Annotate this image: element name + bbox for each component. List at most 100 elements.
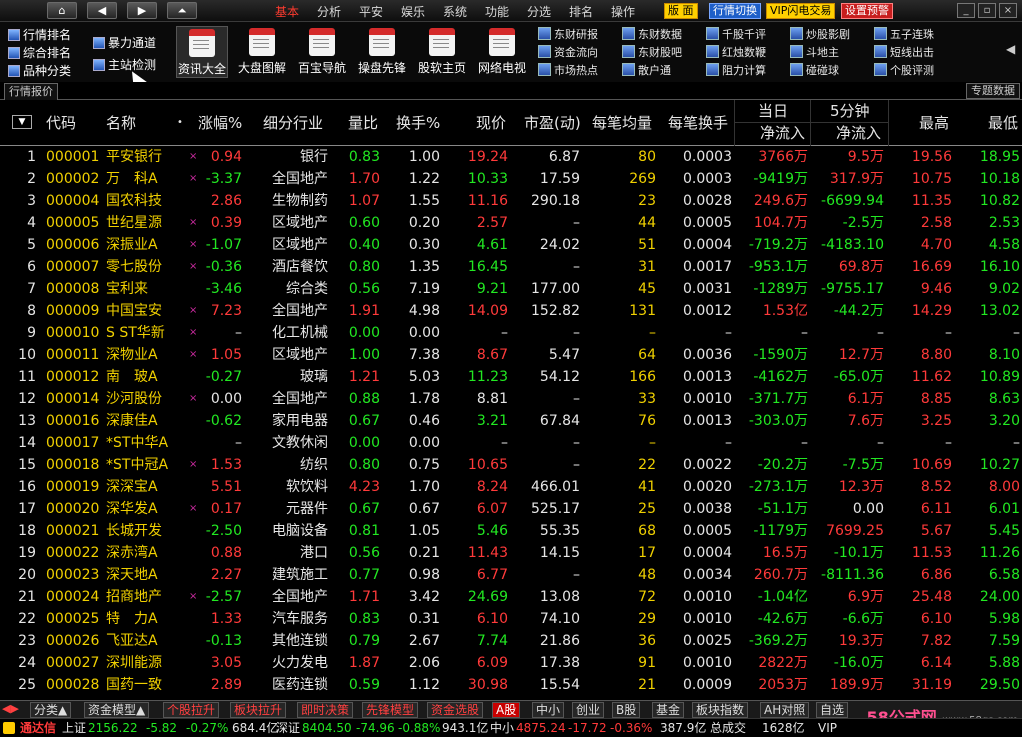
- bottom-tab[interactable]: 资金模型▲: [84, 702, 150, 718]
- col-today[interactable]: 当日: [758, 100, 788, 122]
- col-high[interactable]: 最高: [919, 100, 949, 146]
- bottom-tab[interactable]: AH对照: [760, 702, 810, 718]
- menu-entertainment[interactable]: 娱乐: [401, 3, 425, 20]
- table-row[interactable]: 16 000019 深深宝A 5.51 软饮料 4.23 1.70 8.24 466.01 41 0…: [0, 476, 1022, 498]
- back-button[interactable]: ◀: [87, 2, 117, 19]
- table-row[interactable]: 15 000018 *ST中冠A × 1.53 纺织 0.80 0.75 10.65–22 0.0…: [0, 454, 1022, 476]
- toolbar-link[interactable]: 个股评测: [874, 62, 934, 78]
- col-change[interactable]: 涨幅%: [198, 100, 242, 146]
- col-five-min[interactable]: 5分钟: [830, 100, 870, 122]
- col-low[interactable]: 最低: [988, 100, 1018, 146]
- sort-dropdown-icon[interactable]: ▼: [12, 115, 32, 129]
- close-icon[interactable]: ×: [999, 3, 1017, 18]
- toolbar-scroll-left-icon[interactable]: ◀: [1006, 42, 1015, 56]
- toolbar-link[interactable]: 资金流向: [538, 44, 598, 60]
- home-button[interactable]: ⌂: [47, 2, 77, 19]
- tab-quotes[interactable]: 行情报价: [4, 83, 58, 100]
- toolbar-navigator[interactable]: 百宝导航: [296, 26, 348, 78]
- table-row[interactable]: 5 000006 深振业A × -1.07 区域地产 0.40 0.30 4.61 24.02 51…: [0, 234, 1022, 256]
- col-price[interactable]: 现价: [476, 100, 506, 146]
- toolbar-link[interactable]: 东财研报: [538, 26, 598, 42]
- alert-setting-button[interactable]: 设置预警: [841, 3, 893, 19]
- table-row[interactable]: 12 000014 沙河股份 × 0.00 全国地产 0.88 1.78 8.81–33 0.00…: [0, 388, 1022, 410]
- toolbar-category[interactable]: 品种分类: [8, 62, 71, 79]
- bottom-tab[interactable]: 即时决策: [297, 702, 354, 718]
- toolbar-pioneer[interactable]: 操盘先锋: [356, 26, 408, 78]
- menu-pingan[interactable]: 平安: [359, 3, 383, 20]
- table-row[interactable]: 20 000023 深天地A 2.27 建筑施工 0.77 0.98 6.77 – 48 0.003…: [0, 564, 1022, 586]
- restore-icon[interactable]: ▫: [978, 3, 996, 18]
- table-row[interactable]: 7 000008 宝利来 -3.46 综合类 0.56 7.19 9.21 177.00 45 0.…: [0, 278, 1022, 300]
- col-avgturn[interactable]: 每笔换手: [668, 100, 728, 146]
- toolbar-server-check[interactable]: 主站检测: [93, 56, 156, 73]
- table-row[interactable]: 24 000027 深圳能源 3.05 火力发电 1.87 2.06 6.09 17.38 91 0…: [0, 652, 1022, 674]
- menu-analysis[interactable]: 分析: [317, 3, 341, 20]
- table-row[interactable]: 17 000020 深华发A × 0.17 元器件 0.67 0.67 6.07 525.17 25…: [0, 498, 1022, 520]
- col-netin-5[interactable]: 净流入: [836, 122, 881, 144]
- menu-select[interactable]: 分选: [527, 3, 551, 20]
- layout-button[interactable]: 版 面: [664, 3, 698, 19]
- table-row[interactable]: 14 000017 *ST中华A – 文教休闲 0.00 0.00 – – – – – – – –: [0, 432, 1022, 454]
- toolbar-overall-rank[interactable]: 综合排名: [8, 44, 71, 61]
- col-netin[interactable]: 净流入: [760, 122, 805, 144]
- bottom-tab[interactable]: 基金: [652, 702, 685, 718]
- toolbar-link[interactable]: 五子连珠: [874, 26, 934, 42]
- col-turnover[interactable]: 换手%: [396, 100, 440, 146]
- toolbar-info[interactable]: 资讯大全: [176, 26, 228, 78]
- menu-rank[interactable]: 排名: [569, 3, 593, 20]
- table-row[interactable]: 22 000025 特 力A 1.33 汽车服务 0.83 0.31 6.10 74.10 29 0…: [0, 608, 1022, 630]
- bottom-tab[interactable]: 板块拉升: [230, 702, 287, 718]
- bottom-tab[interactable]: 先锋模型: [362, 702, 419, 718]
- bottom-tab[interactable]: B股: [612, 702, 641, 718]
- vip-trade-button[interactable]: VIP闪电交易: [766, 3, 836, 19]
- table-row[interactable]: 3 000004 国农科技 2.86 生物制药 1.07 1.55 11.16 290.18 23…: [0, 190, 1022, 212]
- minimize-icon[interactable]: _: [957, 3, 975, 18]
- toolbar-link[interactable]: 东财数据: [622, 26, 682, 42]
- table-row[interactable]: 25 000028 国药一致 2.89 医药连锁 0.59 1.12 30.98 15.54 21…: [0, 674, 1022, 696]
- bottom-tab[interactable]: 个股拉升: [163, 702, 220, 718]
- col-avgvol[interactable]: 每笔均量: [592, 100, 652, 146]
- col-industry[interactable]: 细分行业: [263, 100, 323, 146]
- quote-switch-button[interactable]: 行情切换: [709, 3, 761, 19]
- col-pe[interactable]: 市盈(动): [524, 100, 581, 146]
- table-row[interactable]: 23 000026 飞亚达A -0.13 其他连锁 0.79 2.67 7.74 21.86 36…: [0, 630, 1022, 652]
- table-row[interactable]: 9 000010 S ST华新 × – 化工机械 0.00 0.00– – – – – – – –: [0, 322, 1022, 344]
- toolbar-tv[interactable]: 网络电视: [476, 26, 528, 78]
- toolbar-link[interactable]: 短线出击: [874, 44, 934, 60]
- bottom-tab[interactable]: 创业: [572, 702, 605, 718]
- table-row[interactable]: 2 000002 万 科A × -3.37 全国地产 1.70 1.22 10.33 17.59 2…: [0, 168, 1022, 190]
- toolbar-link[interactable]: 千股千评: [706, 26, 766, 42]
- menu-basic[interactable]: 基本: [275, 3, 299, 20]
- toolbar-link[interactable]: 斗地主: [790, 44, 839, 60]
- menu-function[interactable]: 功能: [485, 3, 509, 20]
- menu-operate[interactable]: 操作: [611, 3, 635, 20]
- toolbar-link[interactable]: 东财股吧: [622, 44, 682, 60]
- menu-system[interactable]: 系统: [443, 3, 467, 20]
- toolbar-link[interactable]: 阻力计算: [706, 62, 766, 78]
- table-row[interactable]: 4 000005 世纪星源 × 0.39 区域地产 0.60 0.20 2.57–44 0.000…: [0, 212, 1022, 234]
- table-row[interactable]: 6 000007 零七股份 × -0.36 酒店餐饮 0.80 1.35 16.45–31 0.0…: [0, 256, 1022, 278]
- collapse-button[interactable]: ⏶: [167, 2, 197, 19]
- toolbar-link[interactable]: 散户通: [622, 62, 671, 78]
- table-row[interactable]: 13 000016 深康佳A -0.62 家用电器 0.67 0.46 3.21 67.84 76…: [0, 410, 1022, 432]
- bottom-tab[interactable]: 中小: [532, 702, 565, 718]
- bottom-tab-active[interactable]: A股: [492, 702, 521, 718]
- toolbar-homepage[interactable]: 股软主页: [416, 26, 468, 78]
- forward-button[interactable]: ▶: [127, 2, 157, 19]
- table-row[interactable]: 21 000024 招商地产 × -2.57 全国地产 1.71 3.42 24.69 13.08…: [0, 586, 1022, 608]
- toolbar-link[interactable]: 炒股影剧: [790, 26, 850, 42]
- table-row[interactable]: 18 000021 长城开发 -2.50 电脑设备 0.81 1.05 5.46 55.35 68…: [0, 520, 1022, 542]
- toolbar-link[interactable]: 红烛数鞭: [706, 44, 766, 60]
- bottom-tab[interactable]: 自选: [816, 702, 849, 718]
- tab-scroll-left-icon[interactable]: ◀▶: [2, 702, 19, 715]
- table-row[interactable]: 11 000012 南 玻A -0.27 玻璃 1.21 5.03 11.23 54.12 166…: [0, 366, 1022, 388]
- table-row[interactable]: 8 000009 中国宝安 × 7.23 全国地产 1.91 4.98 14.09 152.82 1…: [0, 300, 1022, 322]
- toolbar-market-chart[interactable]: 大盘图解: [236, 26, 288, 78]
- tab-special-data[interactable]: 专题数据: [966, 83, 1020, 99]
- col-code[interactable]: 代码: [46, 100, 76, 146]
- toolbar-link[interactable]: 碰碰球: [790, 62, 839, 78]
- toolbar-market-rank[interactable]: 行情排名: [8, 26, 71, 43]
- col-volratio[interactable]: 量比: [348, 100, 378, 146]
- col-name[interactable]: 名称: [106, 100, 136, 146]
- toolbar-force-channel[interactable]: 暴力通道: [93, 34, 156, 51]
